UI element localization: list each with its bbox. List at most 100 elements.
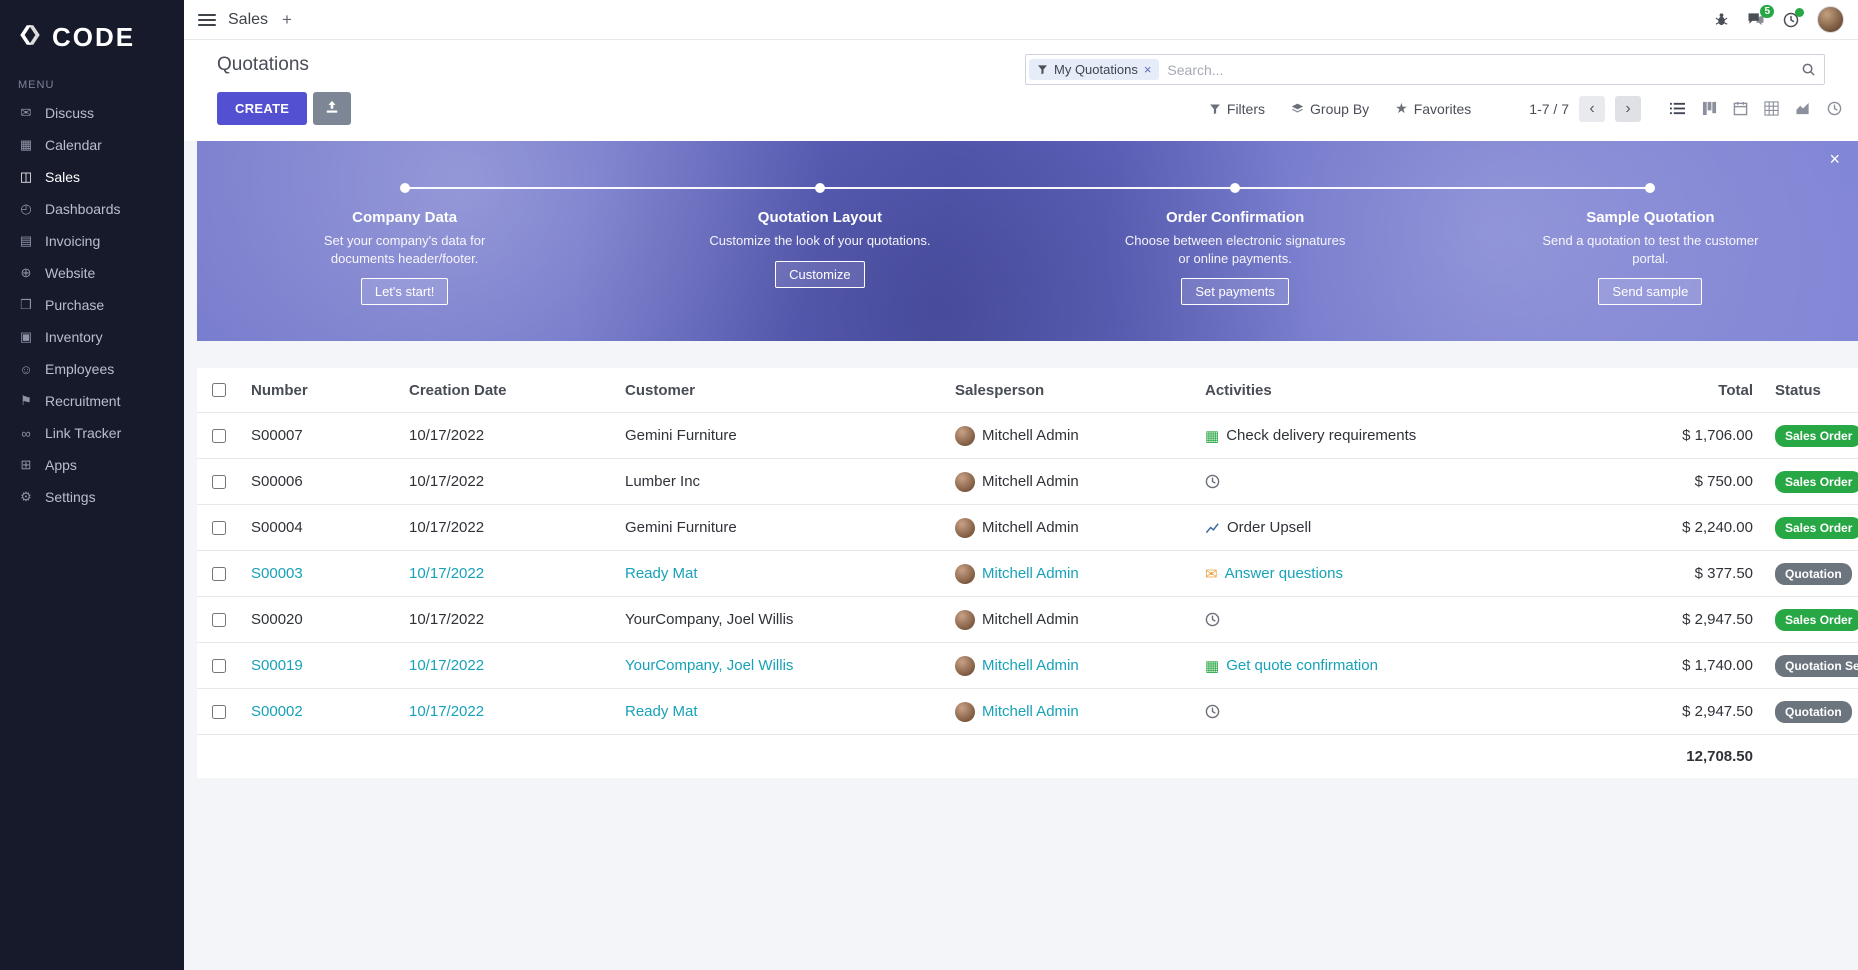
table-row[interactable]: S00020 10/17/2022 YourCompany, Joel Will… — [197, 596, 1858, 642]
status-badge: Sales Order — [1775, 609, 1858, 631]
activity-cell[interactable]: ▦Get quote confirmation — [1195, 657, 1635, 675]
calendar-view-icon[interactable] — [1733, 101, 1748, 116]
sidebar-item-inventory[interactable]: ▣ Inventory — [0, 321, 184, 353]
step-title: Quotation Layout — [758, 209, 882, 226]
onboarding-steps: Company Data Set your company's data for… — [197, 141, 1858, 305]
sidebar-item-invoicing[interactable]: ▤ Invoicing — [0, 225, 184, 257]
search-box[interactable]: My Quotations × — [1025, 54, 1825, 85]
creation-date: 10/17/2022 — [399, 565, 615, 582]
activities-clock-icon[interactable] — [1783, 12, 1799, 28]
activity-cell[interactable]: ▦Check delivery requirements — [1195, 427, 1635, 445]
sidebar-item-link-tracker[interactable]: ∞ Link Tracker — [0, 417, 184, 449]
column-header-total[interactable]: Total — [1635, 382, 1753, 399]
salesperson-name: Mitchell Admin — [982, 427, 1079, 444]
row-checkbox[interactable] — [212, 475, 226, 489]
graph-view-icon[interactable] — [1795, 101, 1811, 116]
sidebar-item-settings[interactable]: ⚙ Settings — [0, 481, 184, 513]
facet-remove-icon[interactable]: × — [1144, 62, 1152, 77]
filters-button[interactable]: Filters — [1209, 101, 1265, 117]
kanban-view-icon[interactable] — [1702, 101, 1717, 116]
create-button[interactable]: CREATE — [217, 92, 307, 125]
sidebar-item-label: Link Tracker — [45, 425, 121, 441]
column-header-status[interactable]: Status — [1753, 382, 1858, 399]
row-checkbox[interactable] — [212, 429, 226, 443]
row-checkbox[interactable] — [212, 567, 226, 581]
column-header-creation-date[interactable]: Creation Date — [399, 382, 615, 399]
lets-start-button[interactable]: Let's start! — [361, 278, 449, 305]
salesperson-avatar — [955, 702, 975, 722]
table-row[interactable]: S00002 10/17/2022 Ready Mat Mitchell Adm… — [197, 688, 1858, 734]
messages-icon[interactable]: 5 — [1747, 12, 1765, 27]
activity-view-icon[interactable] — [1827, 101, 1842, 116]
row-checkbox[interactable] — [212, 613, 226, 627]
table-row[interactable]: S00007 10/17/2022 Gemini Furniture Mitch… — [197, 412, 1858, 458]
sidebar-item-dashboards[interactable]: ◴ Dashboards — [0, 193, 184, 225]
sidebar-item-employees[interactable]: ☺ Employees — [0, 353, 184, 385]
export-button[interactable] — [313, 92, 351, 125]
table-row[interactable]: S00006 10/17/2022 Lumber Inc Mitchell Ad… — [197, 458, 1858, 504]
activity-cell[interactable] — [1195, 704, 1635, 719]
activity-cell[interactable] — [1195, 612, 1635, 627]
sidebar-item-label: Calendar — [45, 137, 102, 153]
send-sample-button[interactable]: Send sample — [1598, 278, 1702, 305]
spreadsheet-icon: ▦ — [1205, 427, 1219, 445]
column-header-activities[interactable]: Activities — [1195, 382, 1635, 399]
set-payments-button[interactable]: Set payments — [1181, 278, 1289, 305]
step-description: Customize the look of your quotations. — [709, 232, 930, 250]
spreadsheet-icon: ▦ — [1205, 657, 1219, 675]
messages-count-badge: 5 — [1760, 5, 1774, 18]
salesperson-avatar — [955, 610, 975, 630]
sidebar-item-apps[interactable]: ⊞ Apps — [0, 449, 184, 481]
creation-date: 10/17/2022 — [399, 473, 615, 490]
column-header-customer[interactable]: Customer — [615, 382, 945, 399]
quotation-number: S00007 — [241, 427, 399, 444]
list-view-icon[interactable] — [1669, 101, 1686, 116]
sidebar-item-calendar[interactable]: ▦ Calendar — [0, 129, 184, 161]
activity-cell[interactable]: ✉Answer questions — [1195, 565, 1635, 583]
sidebar-item-website[interactable]: ⊕ Website — [0, 257, 184, 289]
hamburger-menu-icon[interactable] — [198, 14, 216, 26]
search-facet[interactable]: My Quotations × — [1029, 59, 1159, 80]
total-amount: $ 377.50 — [1635, 565, 1753, 582]
sales-icon: ◫ — [18, 169, 34, 185]
quotation-number: S00020 — [241, 611, 399, 628]
groupby-button[interactable]: Group By — [1291, 101, 1369, 117]
bug-icon[interactable] — [1714, 12, 1729, 27]
quotations-table: Number Creation Date Customer Salesperso… — [197, 368, 1858, 778]
table-row[interactable]: S00004 10/17/2022 Gemini Furniture Mitch… — [197, 504, 1858, 550]
sidebar-item-sales[interactable]: ◫ Sales — [0, 161, 184, 193]
plus-icon[interactable]: + — [282, 10, 292, 30]
pager-next-button[interactable]: › — [1615, 96, 1641, 122]
table-row[interactable]: S00019 10/17/2022 YourCompany, Joel Will… — [197, 642, 1858, 688]
activity-cell[interactable]: Order Upsell — [1195, 519, 1635, 536]
view-switcher — [1669, 101, 1842, 116]
row-checkbox[interactable] — [212, 705, 226, 719]
step-dot — [1230, 183, 1240, 193]
star-icon: ★ — [1395, 100, 1408, 117]
row-checkbox[interactable] — [212, 521, 226, 535]
sidebar-item-label: Employees — [45, 361, 114, 377]
salesperson-name: Mitchell Admin — [982, 703, 1079, 720]
pivot-view-icon[interactable] — [1764, 101, 1779, 116]
sidebar-item-recruitment[interactable]: ⚑ Recruitment — [0, 385, 184, 417]
column-header-salesperson[interactable]: Salesperson — [945, 382, 1195, 399]
salesperson-avatar — [955, 518, 975, 538]
user-avatar[interactable] — [1817, 6, 1844, 33]
salesperson-name: Mitchell Admin — [982, 657, 1079, 674]
status-badge: Sales Order — [1775, 517, 1858, 539]
activity-label: Order Upsell — [1227, 519, 1311, 536]
pager-prev-button[interactable]: ‹ — [1579, 96, 1605, 122]
activity-cell[interactable] — [1195, 474, 1635, 489]
salesperson-name: Mitchell Admin — [982, 611, 1079, 628]
sidebar-item-discuss[interactable]: ✉ Discuss — [0, 97, 184, 129]
select-all-checkbox[interactable] — [212, 383, 226, 397]
row-checkbox[interactable] — [212, 659, 226, 673]
sidebar-item-purchase[interactable]: ❒ Purchase — [0, 289, 184, 321]
column-header-number[interactable]: Number — [241, 382, 399, 399]
table-row[interactable]: S00003 10/17/2022 Ready Mat Mitchell Adm… — [197, 550, 1858, 596]
customize-button[interactable]: Customize — [775, 261, 864, 288]
search-input[interactable] — [1159, 62, 1801, 78]
search-icon[interactable] — [1801, 62, 1816, 77]
favorites-button[interactable]: ★ Favorites — [1395, 100, 1471, 117]
creation-date: 10/17/2022 — [399, 657, 615, 674]
